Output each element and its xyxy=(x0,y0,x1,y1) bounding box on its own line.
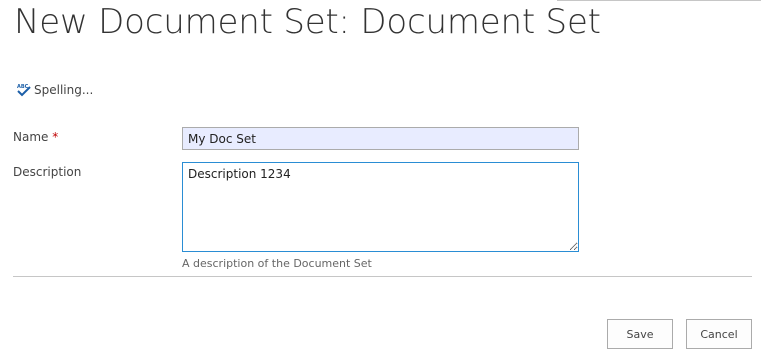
page-title: New Document Set: Document Set xyxy=(14,2,601,42)
top-divider xyxy=(557,0,761,1)
save-button[interactable]: Save xyxy=(607,319,673,349)
name-label: Name * xyxy=(13,130,58,144)
description-hint: A description of the Document Set xyxy=(182,257,372,270)
spelling-button[interactable]: ABC Spelling... xyxy=(16,83,93,97)
name-label-text: Name xyxy=(13,130,49,144)
spell-check-icon: ABC xyxy=(16,83,32,97)
form-divider xyxy=(13,276,752,277)
cancel-button[interactable]: Cancel xyxy=(686,319,752,349)
description-textarea[interactable]: Description 1234 xyxy=(182,162,579,252)
description-label: Description xyxy=(13,165,82,179)
name-input[interactable] xyxy=(182,127,579,150)
required-marker: * xyxy=(52,130,59,144)
spelling-label: Spelling... xyxy=(34,83,94,97)
